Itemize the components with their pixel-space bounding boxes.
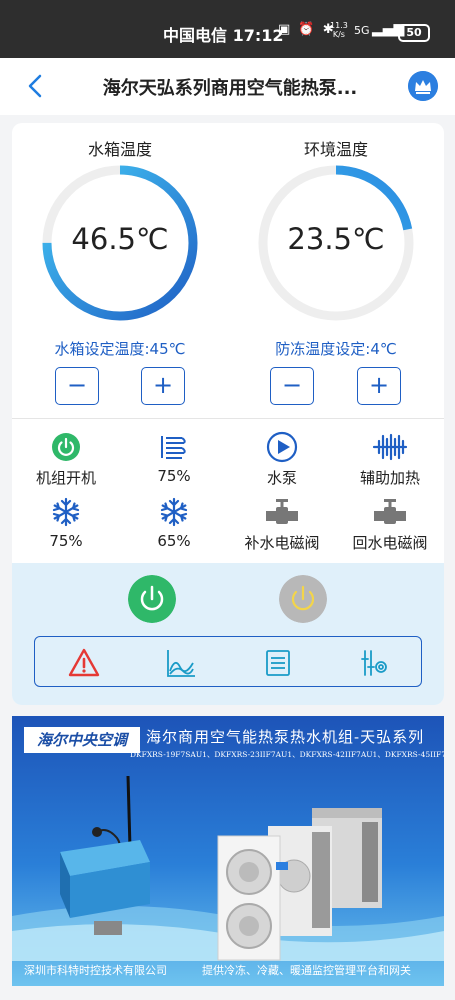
product-image [12,775,444,961]
battery-indicator: 50 [398,24,430,42]
banner-models: DKFXRS-19F7SAU1、DKFXRS-23IIF7AU1、DKFXRS-… [130,750,444,759]
power-on-icon [52,433,80,461]
fan-icon [161,436,186,459]
tank-temp-value: 46.5℃ [71,222,169,256]
page-title: 海尔天弘系列商用空气能热泵... [102,78,358,99]
status-unit-power: 机组开机 [12,431,120,488]
antifreeze-temp-decrease-button[interactable]: − [270,367,314,405]
antifreeze-set-temp-label: 防冻温度设定:4℃ [275,340,397,358]
ambient-temp-value: 23.5℃ [287,222,385,256]
power-off-button[interactable] [279,575,327,623]
status-label: 回水电磁阀 [352,534,428,552]
status-return-valve: 回水电磁阀 [336,496,444,553]
speed-unit: K/s [332,30,345,39]
tank-temp-title: 水箱温度 [87,140,152,159]
snowflake-icon [160,497,188,527]
device-card: 水箱温度 46.5℃ 环境温度 23.5℃ 水箱设定温度:45℃ 防冻温度设定:… [12,123,444,705]
carrier-time: 中国电信 17:12 [163,26,284,45]
nav-bar: 海尔天弘系列商用空气能热泵... [0,58,455,115]
status-defrost-2: 65% [120,496,228,550]
power-on-button[interactable] [128,575,176,623]
product-banner[interactable]: 海尔中央空调 海尔商用空气能热泵热水机组-天弘系列 DKFXRS-19F7SAU… [12,716,444,986]
banner-company: 深圳市科特时控技术有限公司 [24,964,167,977]
tank-temp-increase-button[interactable]: + [141,367,185,405]
status-aux-heat: 辅助加热 [336,431,444,488]
tool-bar [34,636,422,687]
status-label: 机组开机 [35,469,96,487]
back-arrow-icon[interactable] [24,72,48,100]
status-fan: 75% [120,431,228,485]
status-pump: 水泵 [228,431,336,488]
status-label: 水泵 [266,469,297,487]
divider [12,418,444,419]
banner-slogan: 提供冷冻、冷藏、暖通监控管理平台和网关 [202,964,411,977]
snowflake-icon [52,497,80,527]
banner-title: 海尔商用空气能热泵热水机组-天弘系列 [146,728,425,746]
network-type: 5G [354,24,370,37]
tank-temp-decrease-button[interactable]: − [55,367,99,405]
pump-play-icon [266,431,298,463]
status-label: 补水电磁阀 [244,534,320,552]
status-label: 65% [157,532,191,550]
status-label: 辅助加热 [359,469,420,487]
status-bar: 中国电信 17:12 ▣ ⏰ ✱ 11.3 K/s 5G ▂▄▆ 50 [0,0,455,58]
crown-icon[interactable] [408,71,438,101]
speed-value: 11.3 [330,21,348,30]
valve-icon [266,499,298,524]
aux-heat-icon [372,433,408,461]
network-speed: 11.3 K/s [330,21,348,39]
status-makeup-valve: 补水电磁阀 [228,496,336,553]
status-label: 75% [157,467,191,485]
status-defrost-1: 75% [12,496,120,550]
alarm-icon[interactable] [68,647,100,679]
tank-set-temp-label: 水箱设定温度:45℃ [54,340,186,358]
settings-sliders-icon[interactable] [358,647,390,679]
list-icon[interactable] [262,647,294,679]
antifreeze-temp-increase-button[interactable]: + [357,367,401,405]
status-label: 75% [49,532,83,550]
ambient-temp-title: 环境温度 [303,140,368,159]
control-panel [12,563,444,705]
status-icons: ▣ ⏰ ✱ [278,22,336,37]
valve-icon [374,499,406,524]
chart-icon[interactable] [165,647,197,679]
haier-logo: 海尔中央空调 [24,727,140,753]
